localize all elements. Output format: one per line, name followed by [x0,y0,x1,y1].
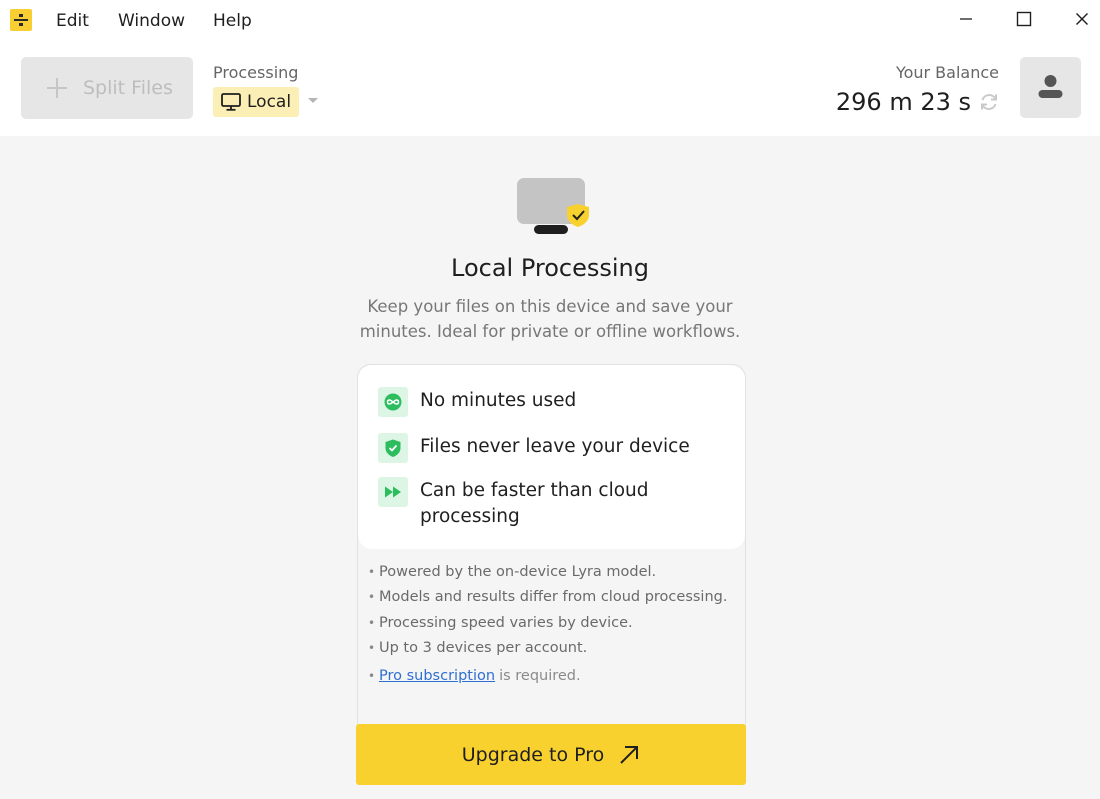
title-bar: Edit Window Help [0,0,1100,42]
feature-item: Files never leave your device [378,433,690,463]
menu-help[interactable]: Help [213,11,252,31]
feature-item: No minutes used [378,387,576,417]
upgrade-label: Upgrade to Pro [461,743,605,766]
arrow-up-right-icon [620,745,639,764]
infinity-icon [378,387,408,417]
plus-icon [47,78,67,98]
upgrade-to-pro-button[interactable]: Upgrade to Pro [356,724,746,785]
account-avatar-button[interactable] [1020,57,1081,118]
shield-check-icon [378,433,408,463]
local-device-illustration-icon [517,177,591,243]
minimize-icon [960,18,972,20]
feature-text: No minutes used [420,390,577,411]
page-title: Local Processing [451,254,649,282]
split-files-label: Split Files [83,77,173,99]
feature-item: Can be faster than cloud processing [378,477,710,530]
user-icon [1038,75,1063,98]
fast-forward-icon [378,477,408,507]
balance-label: Your Balance [895,63,999,82]
list-item: • Models and results differ from cloud pr… [368,589,728,606]
maximize-button[interactable] [1009,6,1039,32]
close-icon [1076,13,1088,25]
app-logo-icon [10,9,32,31]
page-description: Keep your files on this device and save … [359,297,741,341]
list-item: • Up to 3 devices per account. [368,640,588,657]
processing-value: Local [247,92,292,112]
split-files-button[interactable]: Split Files [21,57,193,119]
balance-value: 296 m 23 s [835,88,971,116]
maximize-icon [1016,11,1032,27]
toolbar: Split Files Processing Local Your Balanc… [0,42,1100,136]
minimize-button[interactable] [951,6,981,32]
menu-edit[interactable]: Edit [56,11,89,31]
notes-list: • Powered by the on-device Lyra model. • M… [368,559,738,689]
processing-label: Processing [213,63,299,82]
chevron-down-icon[interactable] [308,98,318,103]
pro-requirement-text: is required. [499,667,581,684]
feature-list: No minutes used Files never leave your d… [358,365,745,549]
list-item: • Pro subscription is required. [368,667,581,684]
feature-card: No minutes used Files never leave your d… [357,364,746,747]
list-item: • Powered by the on-device Lyra model. [368,563,657,580]
close-button[interactable] [1067,6,1097,32]
list-item: • Processing speed varies by device. [368,614,633,631]
feature-text: Files never leave your device [420,436,690,457]
refresh-icon[interactable] [978,91,1000,117]
feature-text: Can be faster than cloud processing [420,480,649,527]
monitor-icon [221,93,241,111]
pro-subscription-link[interactable]: Pro subscription [379,668,495,684]
processing-select[interactable]: Local [213,87,300,117]
menu-window[interactable]: Window [118,11,185,31]
